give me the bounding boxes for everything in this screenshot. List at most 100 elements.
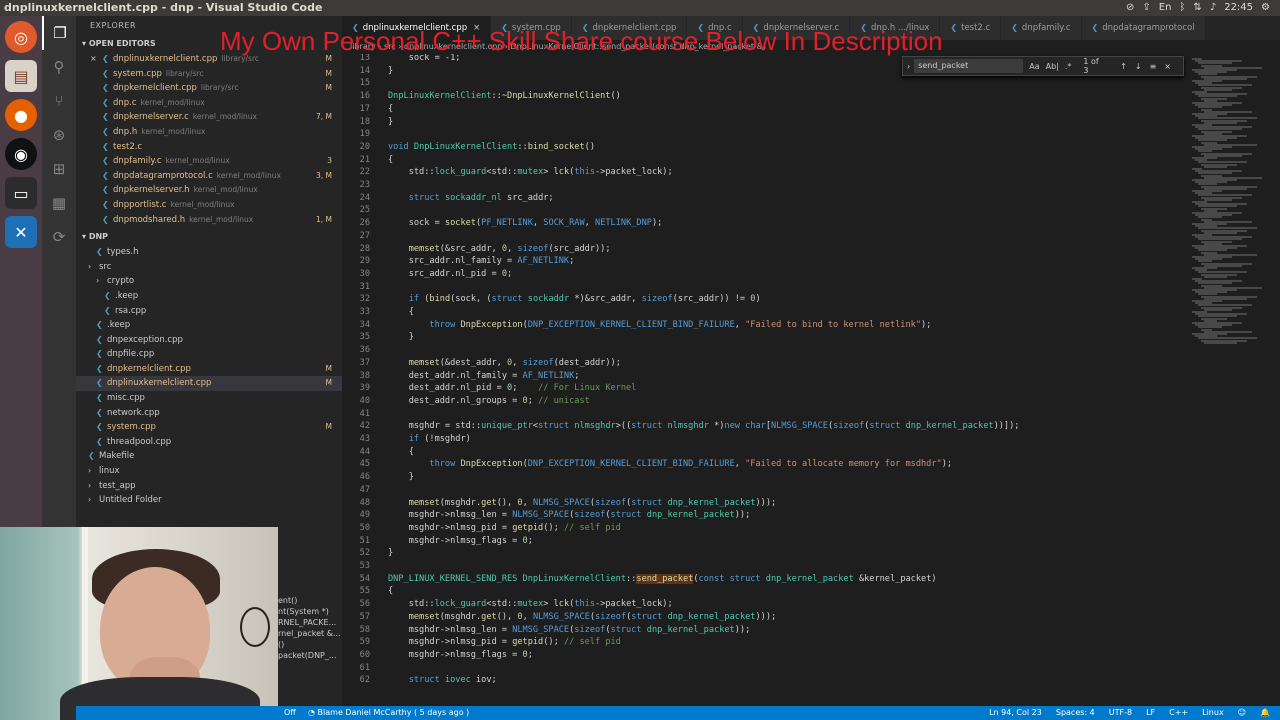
tree-file[interactable]: ❮ dnpfile.cpp [76, 347, 342, 362]
code-line[interactable]: 42 msghdr = std::unique_ptr<struct nlmsg… [342, 420, 1188, 433]
code-line[interactable]: 36 [342, 344, 1188, 357]
tree-folder[interactable]: › crypto [76, 274, 342, 289]
code-editor[interactable]: 13 sock = -1; 14} 15 16 DnpLinuxKernelClient… [342, 54, 1188, 706]
code-line[interactable]: 51 msghdr->nlmsg_flags = 0; [342, 535, 1188, 548]
chevron-right-icon[interactable]: › [907, 62, 910, 71]
open-editor-item[interactable]: ❮ dnpkernelserver.c kernel_mod/linux 7, M [76, 110, 342, 125]
code-line[interactable]: 39 dest_addr.nl_pid = 0; // For Linux Ke… [342, 382, 1188, 395]
open-editor-item[interactable]: ❮ dnpmodshared.h kernel_mod/linux 1, M [76, 213, 342, 228]
feedback-icon[interactable]: ☺ [1238, 706, 1246, 720]
code-line[interactable]: 56 std::lock_guard<std::mutex> lck(this-… [342, 598, 1188, 611]
open-editor-item[interactable]: ❮ dnp.c kernel_mod/linux [76, 96, 342, 111]
tree-file[interactable]: ❮ threadpool.cpp [76, 435, 342, 450]
source-control-icon[interactable]: ⑂ [42, 84, 76, 118]
tree-folder[interactable]: › test_app [76, 479, 342, 494]
code-line[interactable]: 17 { [342, 103, 1188, 116]
code-line[interactable]: 41 [342, 408, 1188, 421]
tree-file[interactable]: ❮ Makefile [76, 449, 342, 464]
code-line[interactable]: 32 if (bind(sock, (struct sockaddr *)&sr… [342, 293, 1188, 306]
network-icon[interactable]: ⊘ [1126, 0, 1134, 16]
code-line[interactable]: 58 msghdr->nlmsg_len = NLMSG_SPACE(sizeo… [342, 624, 1188, 637]
code-line[interactable]: 40 dest_addr.nl_groups = 0; // unicast [342, 395, 1188, 408]
tree-file[interactable]: ❮ .keep [76, 318, 342, 333]
code-line[interactable]: 45 throw DnpException(DNP_EXCEPTION_KERN… [342, 458, 1188, 471]
bluetooth-icon[interactable]: ᛒ [1179, 0, 1185, 16]
tree-folder[interactable]: › Untitled Folder [76, 493, 342, 508]
tree-file[interactable]: ❮ dnpkernelclient.cpp M [76, 362, 342, 377]
cursor-position[interactable]: Ln 94, Col 23 [989, 706, 1042, 720]
match-case-toggle[interactable]: Aa [1029, 62, 1039, 71]
code-line[interactable]: 59 msghdr->nlmsg_pid = getpid(); // self… [342, 636, 1188, 649]
code-line[interactable]: 50 msghdr->nlmsg_pid = getpid(); // self… [342, 522, 1188, 535]
status-left[interactable]: Off [284, 706, 296, 720]
code-line[interactable]: 52} [342, 547, 1188, 560]
code-line[interactable]: 37 memset(&dest_addr, 0, sizeof(dest_add… [342, 357, 1188, 370]
update-icon[interactable]: ⇪ [1142, 0, 1150, 16]
obs-icon[interactable]: ◉ [5, 138, 37, 170]
open-editor-item[interactable]: ❮ dnpkernelclient.cpp library/src M [76, 81, 342, 96]
open-editor-item[interactable]: ❮ dnp.h kernel_mod/linux [76, 125, 342, 140]
notifications-icon[interactable]: 🔔 [1260, 706, 1270, 720]
open-editor-item[interactable]: ❮ dnpdatagramprotocol.c kernel_mod/linux 3,… [76, 169, 342, 184]
code-line[interactable]: 20 void DnpLinuxKernelClient::bind_socket… [342, 141, 1188, 154]
open-editor-item[interactable]: ❮ dnpkernelserver.h kernel_mod/linux [76, 183, 342, 198]
volume-icon[interactable]: ♪ [1210, 0, 1216, 16]
code-line[interactable]: 15 [342, 77, 1188, 90]
tree-folder[interactable]: › src [76, 260, 342, 275]
files-icon[interactable]: ▤ [5, 60, 37, 92]
encoding[interactable]: UTF-8 [1109, 706, 1132, 720]
settings-gear-icon[interactable]: ⚙ [1261, 0, 1270, 16]
code-line[interactable]: 22 std::lock_guard<std::mutex> lck(this-… [342, 166, 1188, 179]
remote-icon[interactable]: ⟳ [42, 220, 76, 254]
code-line[interactable]: 62 struct iovec iov; [342, 674, 1188, 687]
code-line[interactable]: 55 { [342, 585, 1188, 598]
tree-file[interactable]: ❮ misc.cpp [76, 391, 342, 406]
docker-icon[interactable]: ▦ [42, 186, 76, 220]
explorer-icon[interactable]: ❐ [42, 16, 76, 50]
wifi-icon[interactable]: ⇅ [1193, 0, 1201, 16]
terminal-icon[interactable]: ▭ [5, 177, 37, 209]
code-line[interactable]: 26 sock = socket(PF_NETLINK, SOCK_RAW, N… [342, 217, 1188, 230]
search-icon[interactable]: ⚲ [42, 50, 76, 84]
tree-file[interactable]: ❮ .keep [76, 289, 342, 304]
code-line[interactable]: 61 [342, 662, 1188, 675]
code-line[interactable]: 27 [342, 230, 1188, 243]
code-line[interactable]: 33 { [342, 306, 1188, 319]
language-mode[interactable]: C++ [1169, 706, 1188, 720]
vscode-icon[interactable]: ✕ [5, 216, 37, 248]
code-line[interactable]: 43 if (!msghdr) [342, 433, 1188, 446]
code-line[interactable]: 29 src_addr.nl_family = AF_NETLINK; [342, 255, 1188, 268]
open-editor-item[interactable]: ❮ dnpportlist.c kernel_mod/linux [76, 198, 342, 213]
git-blame[interactable]: ◔ Blame Daniel McCarthy ( 5 days ago ) [308, 706, 469, 720]
clock[interactable]: 22:45 [1224, 0, 1253, 16]
eol[interactable]: LF [1146, 706, 1155, 720]
code-line[interactable]: 31 [342, 281, 1188, 294]
open-editor-item[interactable]: ❮ test2.c [76, 140, 342, 155]
open-editor-item[interactable]: ❮ system.cpp library/src M [76, 67, 342, 82]
code-line[interactable]: 35 } [342, 331, 1188, 344]
code-line[interactable]: 28 memset(&src_addr, 0, sizeof(src_addr)… [342, 243, 1188, 256]
code-line[interactable]: 49 msghdr->nlmsg_len = NLMSG_SPACE(sizeo… [342, 509, 1188, 522]
code-line[interactable]: 16 DnpLinuxKernelClient::~DnpLinuxKernelC… [342, 90, 1188, 103]
folder-header[interactable]: ▾ DNP [76, 229, 342, 245]
tree-file[interactable]: ❮ dnplinuxkernelclient.cpp M [76, 376, 342, 392]
whole-word-toggle[interactable]: Ab| [1046, 62, 1059, 71]
platform[interactable]: Linux [1202, 706, 1224, 720]
ubuntu-logo-icon[interactable]: ◎ [5, 21, 37, 53]
code-line[interactable]: 48 memset(msghdr.get(), 0, NLMSG_SPACE(s… [342, 497, 1188, 510]
code-line[interactable]: 60 msghdr->nlmsg_flags = 0; [342, 649, 1188, 662]
code-line[interactable]: 34 throw DnpException(DNP_EXCEPTION_KERN… [342, 319, 1188, 332]
tree-file[interactable]: ❮ dnpexception.cpp [76, 333, 342, 348]
tree-file[interactable]: ❮ network.cpp [76, 406, 342, 421]
editor-tab[interactable]: ❮ dnpdatagramprotocol [1081, 16, 1206, 40]
code-line[interactable]: 47 [342, 484, 1188, 497]
minimap[interactable] [1188, 54, 1280, 706]
code-line[interactable]: 19 [342, 128, 1188, 141]
tree-folder[interactable]: › linux [76, 464, 342, 479]
find-nav-buttons[interactable]: ↑↓≡× [1120, 62, 1179, 71]
close-icon[interactable]: × [90, 52, 102, 67]
code-line[interactable]: 25 [342, 204, 1188, 217]
tree-file[interactable]: ❮ system.cpp M [76, 420, 342, 435]
extensions-icon[interactable]: ⊞ [42, 152, 76, 186]
tree-file[interactable]: ❮ rsa.cpp [76, 304, 342, 319]
